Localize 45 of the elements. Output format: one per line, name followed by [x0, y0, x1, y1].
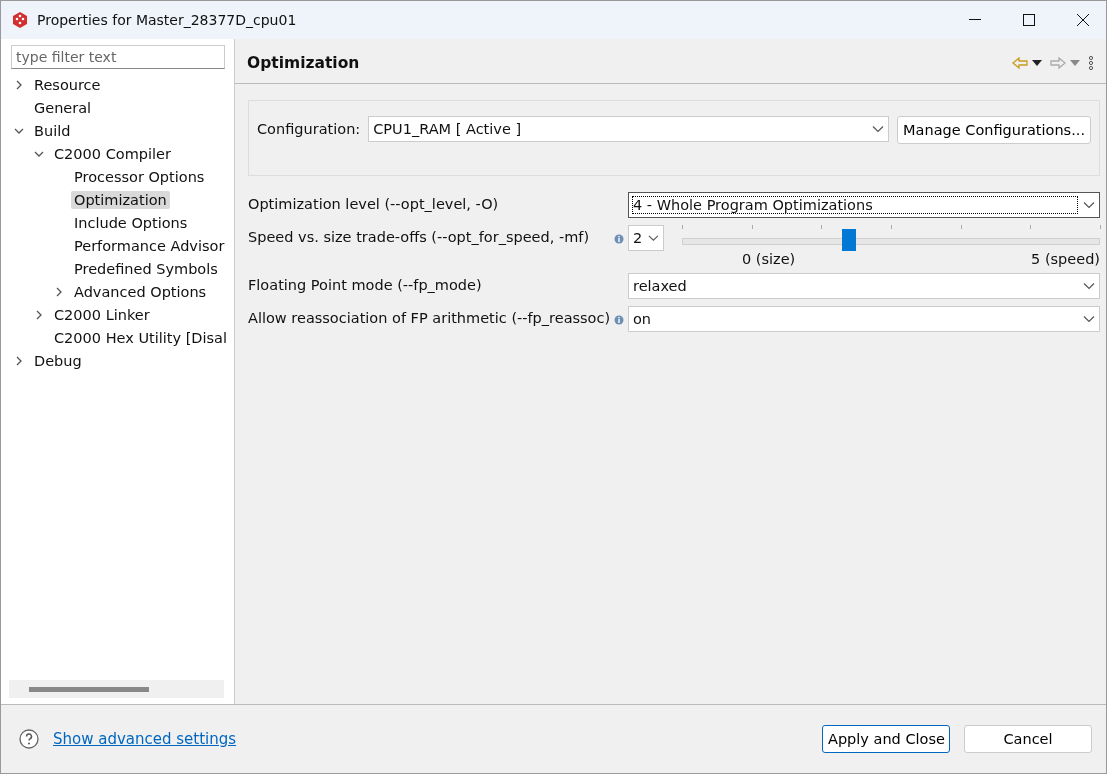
tree-item[interactable]: Predefined Symbols	[71, 259, 221, 278]
horizontal-scrollbar[interactable]	[9, 680, 224, 698]
tree-item[interactable]: Build	[31, 121, 74, 140]
option-dropdown[interactable]: on	[628, 306, 1100, 332]
manage-configurations-button[interactable]: Manage Configurations...	[897, 116, 1091, 144]
option-label: Allow reassociation of FP arithmetic (--fp_reassoc)	[248, 309, 612, 326]
value-dropdown[interactable]: 2	[628, 225, 664, 251]
filter-field[interactable]: type filter text	[11, 45, 225, 69]
tree-item[interactable]: Include Options	[71, 213, 191, 232]
tree-item[interactable]: C2000 Compiler	[51, 144, 174, 163]
tree-item[interactable]: Performance Advisor	[71, 236, 228, 255]
configuration-label: Configuration:	[257, 120, 361, 137]
slider-tick	[682, 225, 683, 229]
tree-item[interactable]: Processor Options	[71, 167, 208, 186]
slider-tick	[891, 225, 892, 229]
page-title: Optimization	[247, 54, 361, 72]
slider-tick	[1030, 225, 1032, 229]
show-advanced-settings-link[interactable]: Show advanced settings	[53, 730, 808, 748]
tree-item[interactable]: Resource	[31, 75, 104, 94]
slider-tick	[821, 225, 823, 229]
slider-thumb[interactable]	[842, 229, 857, 251]
option-dropdown[interactable]: relaxed	[628, 273, 1100, 299]
slider-min-label: 0 (size)	[742, 251, 796, 267]
app-logo-icon	[11, 11, 29, 29]
tree-item[interactable]: C2000 Linker	[51, 305, 153, 324]
slider-max-label: 5 (speed)	[1031, 251, 1100, 267]
window-title: Properties for Master_28377D_cpu01	[37, 12, 298, 28]
tree-item[interactable]: C2000 Hex Utility [Disal	[51, 328, 230, 347]
dialog-button[interactable]: Apply and Close	[822, 725, 950, 753]
configuration-dropdown[interactable]: CPU1_RAM [ Active ]	[368, 116, 890, 142]
option-label: Floating Point mode (--fp_mode)	[248, 276, 483, 293]
option-dropdown[interactable]: 4 - Whole Program Optimizations	[628, 192, 1100, 218]
help-icon[interactable]	[19, 729, 39, 749]
option-label: Speed vs. size trade-offs (--opt_for_speed, -mf)	[248, 228, 591, 245]
slider-tick	[960, 225, 962, 229]
tree-item[interactable]: Debug	[31, 351, 85, 370]
slider-tick	[1100, 225, 1101, 229]
tree-item[interactable]: Optimization	[71, 190, 170, 209]
option-label: Optimization level (--opt_level, -O)	[248, 195, 500, 212]
more-options-icon[interactable]	[1088, 56, 1094, 70]
tree-item[interactable]: Advanced Options	[71, 282, 210, 301]
tree-item[interactable]: General	[31, 98, 95, 117]
dialog-button[interactable]: Cancel	[964, 725, 1092, 753]
dropdown-triangle-icon[interactable]	[1032, 60, 1042, 66]
slider-tick	[751, 225, 753, 229]
